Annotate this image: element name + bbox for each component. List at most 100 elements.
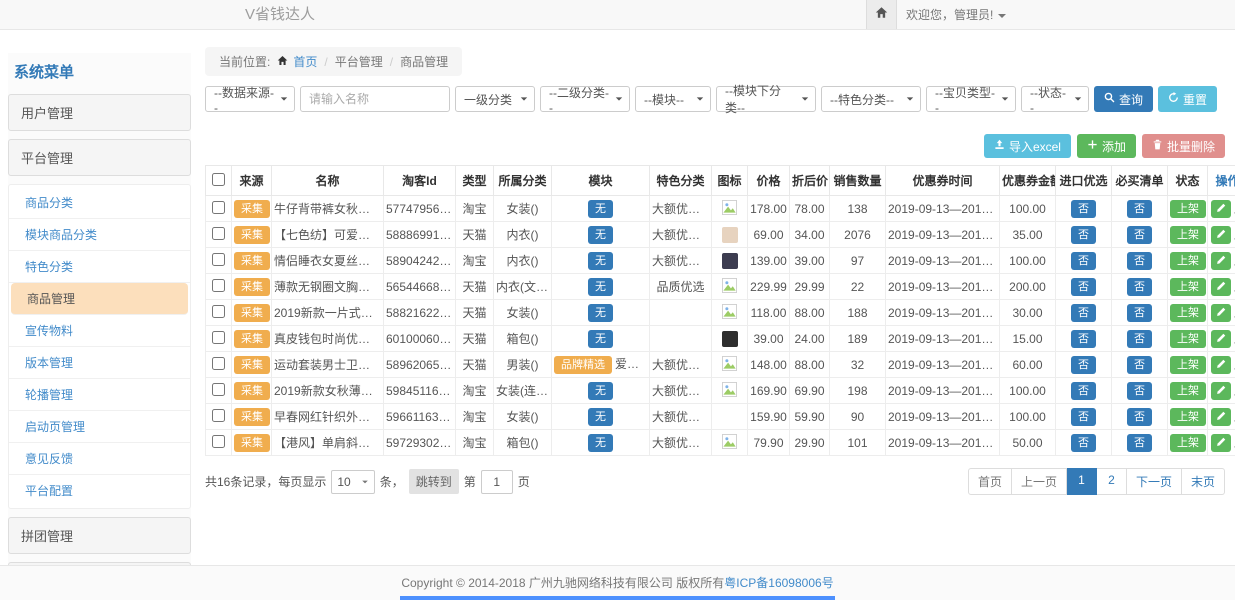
status-select[interactable]: --状态-- [1021, 86, 1089, 112]
row-checkbox[interactable] [212, 279, 225, 292]
edit-button[interactable] [1211, 278, 1231, 296]
edit-button[interactable] [1211, 226, 1231, 244]
must-buy-badge[interactable]: 否 [1127, 434, 1152, 452]
row-checkbox[interactable] [212, 383, 225, 396]
status-badge[interactable]: 上架 [1170, 382, 1206, 400]
import-pick-badge[interactable]: 否 [1071, 356, 1096, 374]
edit-button[interactable] [1211, 330, 1231, 348]
must-buy-badge[interactable]: 否 [1127, 278, 1152, 296]
coupon-amount: 30.00 [1000, 300, 1056, 326]
row-checkbox[interactable] [212, 435, 225, 448]
status-badge[interactable]: 上架 [1170, 252, 1206, 270]
sidebar-item-平台配置[interactable]: 平台配置 [9, 475, 190, 506]
sidebar-group-用户管理[interactable]: 用户管理 [8, 94, 191, 131]
must-buy-badge[interactable]: 否 [1127, 382, 1152, 400]
must-buy-badge[interactable]: 否 [1127, 356, 1152, 374]
import-pick-badge[interactable]: 否 [1071, 382, 1096, 400]
jump-button[interactable]: 跳转到 [409, 469, 459, 494]
sidebar-item-商品管理[interactable]: 商品管理 [11, 283, 188, 315]
sales-count: 2076 [830, 222, 886, 248]
edit-button[interactable] [1211, 356, 1231, 374]
breadcrumb-home-link[interactable]: 首页 [293, 53, 317, 70]
item-type-select[interactable]: --宝贝类型-- [926, 86, 1016, 112]
page-button-1[interactable]: 1 [1067, 468, 1097, 495]
import-pick-badge[interactable]: 否 [1071, 408, 1096, 426]
data-source-select[interactable]: --数据来源-- [205, 86, 295, 112]
category: 箱包() [494, 326, 552, 352]
import-excel-button[interactable]: 导入excel [984, 134, 1071, 158]
sidebar-item-版本管理[interactable]: 版本管理 [9, 347, 190, 379]
sidebar-item-模块商品分类[interactable]: 模块商品分类 [9, 219, 190, 251]
import-pick-badge[interactable]: 否 [1071, 252, 1096, 270]
row-checkbox[interactable] [212, 305, 225, 318]
import-pick-badge[interactable]: 否 [1071, 434, 1096, 452]
status-badge[interactable]: 上架 [1170, 304, 1206, 322]
edit-button[interactable] [1211, 200, 1231, 218]
page-button-上一页[interactable]: 上一页 [1012, 468, 1067, 495]
page-button-末页[interactable]: 末页 [1182, 468, 1225, 495]
product-type: 淘宝 [456, 404, 494, 430]
sidebar-item-启动页管理[interactable]: 启动页管理 [9, 411, 190, 443]
import-pick-badge[interactable]: 否 [1071, 278, 1096, 296]
import-pick-badge[interactable]: 否 [1071, 304, 1096, 322]
status-badge[interactable]: 上架 [1170, 408, 1206, 426]
status-badge[interactable]: 上架 [1170, 200, 1206, 218]
row-checkbox[interactable] [212, 357, 225, 370]
sales-count: 198 [830, 378, 886, 404]
must-buy-badge[interactable]: 否 [1127, 304, 1152, 322]
page-button-首页[interactable]: 首页 [968, 468, 1012, 495]
must-buy-badge[interactable]: 否 [1127, 252, 1152, 270]
must-buy-badge[interactable]: 否 [1127, 226, 1152, 244]
level1-category-select[interactable]: 一级分类 [455, 86, 535, 112]
select-all-checkbox[interactable] [212, 173, 225, 186]
search-button[interactable]: 查询 [1094, 86, 1153, 112]
module-sub-category-select[interactable]: --模块下分类-- [716, 86, 816, 112]
per-page-select[interactable]: 10 [331, 470, 374, 494]
row-checkbox[interactable] [212, 409, 225, 422]
row-checkbox[interactable] [212, 331, 225, 344]
page-number-input[interactable] [481, 470, 513, 494]
import-pick-badge[interactable]: 否 [1071, 200, 1096, 218]
sidebar-item-宣传物料[interactable]: 宣传物料 [9, 315, 190, 347]
pagination-buttons: 首页上一页12下一页末页 [968, 468, 1225, 495]
home-button[interactable] [866, 0, 897, 29]
sidebar-group-拼团管理[interactable]: 拼团管理 [8, 517, 191, 554]
sidebar-item-轮播管理[interactable]: 轮播管理 [9, 379, 190, 411]
edit-button[interactable] [1211, 252, 1231, 270]
module-select[interactable]: --模块-- [635, 86, 711, 112]
status-badge[interactable]: 上架 [1170, 356, 1206, 374]
row-checkbox[interactable] [212, 253, 225, 266]
page-button-下一页[interactable]: 下一页 [1127, 468, 1182, 495]
reset-button[interactable]: 重置 [1158, 86, 1217, 112]
status-badge[interactable]: 上架 [1170, 434, 1206, 452]
price: 229.99 [748, 274, 790, 300]
must-buy-badge[interactable]: 否 [1127, 330, 1152, 348]
add-button[interactable]: 添加 [1077, 134, 1136, 158]
sidebar-item-商品分类[interactable]: 商品分类 [9, 187, 190, 219]
page-button-2[interactable]: 2 [1097, 468, 1127, 495]
edit-button[interactable] [1211, 408, 1231, 426]
edit-button[interactable] [1211, 304, 1231, 322]
pagination: 共16条记录，每页显示 10 条， 跳转到 第 页 首页上一页12下一页末页 [205, 468, 1225, 495]
user-menu[interactable]: 欢迎您，管理员! [906, 0, 1006, 30]
status-badge[interactable]: 上架 [1170, 278, 1206, 296]
level2-category-select[interactable]: --二级分类-- [540, 86, 630, 112]
name-input[interactable] [300, 86, 450, 112]
feature-category-select[interactable]: --特色分类-- [821, 86, 921, 112]
edit-button[interactable] [1211, 434, 1231, 452]
row-checkbox[interactable] [212, 227, 225, 240]
icp-link[interactable]: 粤ICP备16098006号 [724, 576, 833, 590]
import-pick-badge[interactable]: 否 [1071, 330, 1096, 348]
sidebar-group-平台管理[interactable]: 平台管理 [8, 139, 191, 176]
status-badge[interactable]: 上架 [1170, 330, 1206, 348]
status-badge[interactable]: 上架 [1170, 226, 1206, 244]
import-pick-badge[interactable]: 否 [1071, 226, 1096, 244]
edit-button[interactable] [1211, 382, 1231, 400]
sidebar-item-特色分类[interactable]: 特色分类 [9, 251, 190, 283]
taoke-id: 588216228899 [384, 300, 456, 326]
must-buy-badge[interactable]: 否 [1127, 200, 1152, 218]
must-buy-badge[interactable]: 否 [1127, 408, 1152, 426]
batch-delete-button[interactable]: 批量删除 [1142, 134, 1225, 158]
row-checkbox[interactable] [212, 201, 225, 214]
sidebar-item-意见反馈[interactable]: 意见反馈 [9, 443, 190, 475]
